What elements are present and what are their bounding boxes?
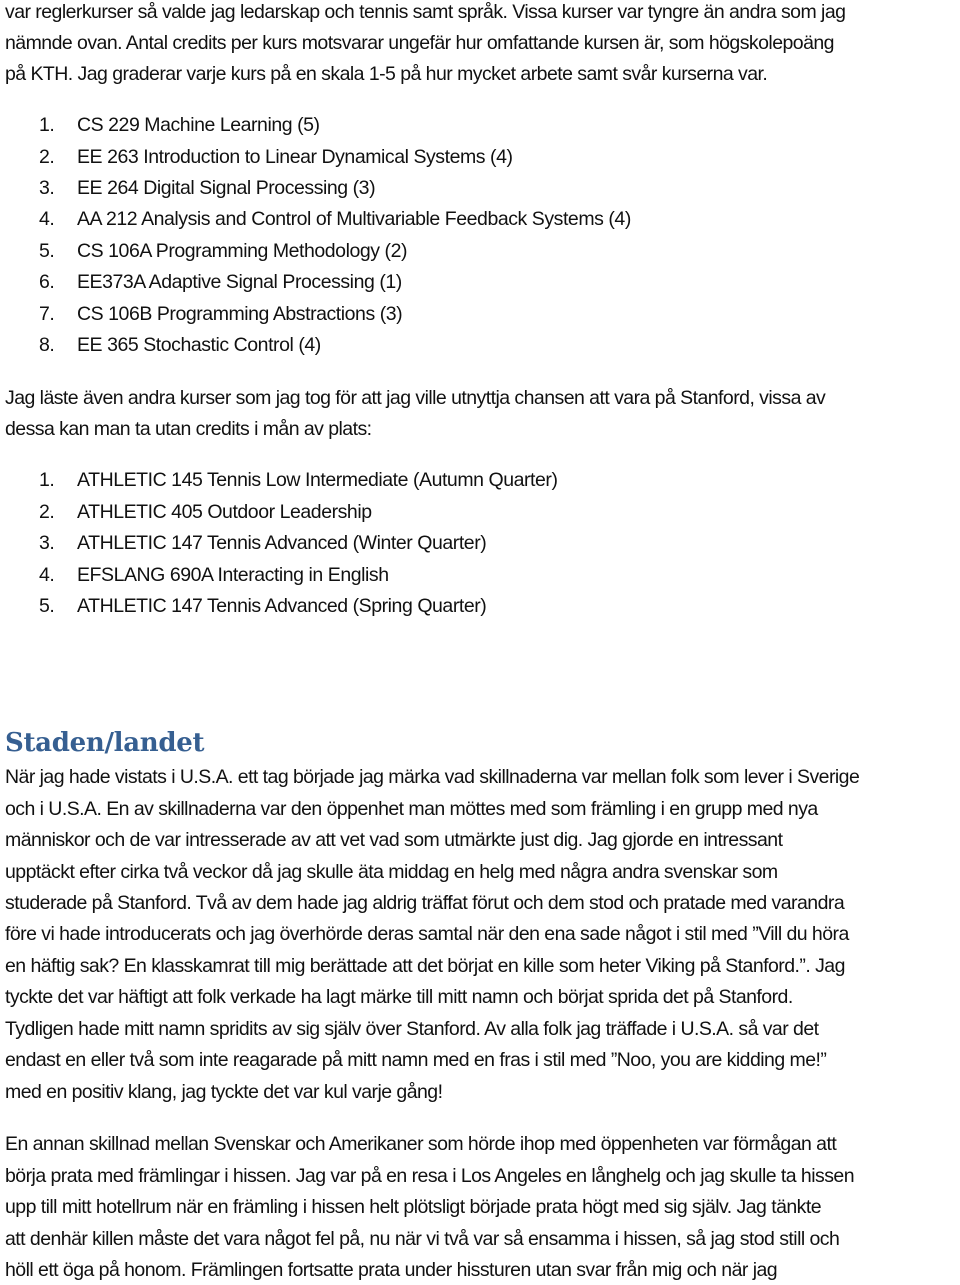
text-line: upp till mitt hotellrum när en främling … [5, 1196, 822, 1218]
list-number: 1. [39, 114, 55, 136]
text-line: endast en eller två som inte reagarade p… [5, 1049, 827, 1071]
course-name: EE373A Adaptive Signal Processing (1) [77, 271, 402, 293]
course-name: ATHLETIC 405 Outdoor Leadership [77, 501, 372, 523]
course-name: CS 229 Machine Learning (5) [77, 114, 320, 136]
text-line: en häftig sak? En klasskamrat till mig b… [5, 955, 845, 977]
text-line: och i U.S.A. En av skillnaderna var den … [5, 798, 818, 820]
course-name: CS 106B Programming Abstractions (3) [77, 303, 403, 325]
list-item: 3. ATHLETIC 147 Tennis Advanced (Winter Q… [39, 531, 487, 555]
course-name: EFSLANG 690A Interacting in English [77, 564, 389, 586]
list-item: 2. EE 263 Introduction to Linear Dynamica… [39, 145, 513, 169]
list-item: 5. CS 106A Programming Methodology (2) [39, 239, 407, 263]
text-line: på KTH. Jag graderar varje kurs på en sk… [5, 63, 768, 85]
list-number: 4. [39, 564, 55, 586]
course-name: CS 106A Programming Methodology (2) [77, 240, 408, 262]
list-number: 4. [39, 208, 55, 230]
text-line: höll ett öga på honom. Främlingen fortsa… [5, 1259, 778, 1281]
text-line: upptäckt efter cirka två veckor då jag s… [5, 861, 778, 883]
text-line: börja prata med främlingar i hissen. Jag… [5, 1165, 855, 1187]
list-item: 2. ATHLETIC 405 Outdoor Leadership [39, 500, 372, 524]
list-item: 3. EE 264 Digital Signal Processing (3) [39, 176, 376, 200]
list-number: 6. [39, 271, 55, 293]
list-item: 8. EE 365 Stochastic Control (4) [39, 333, 321, 357]
course-name: EE 263 Introduction to Linear Dynamical … [77, 146, 513, 168]
text-line: En annan skillnad mellan Svenskar och Am… [5, 1133, 837, 1155]
text-line: När jag hade vistats i U.S.A. ett tag bö… [5, 766, 860, 788]
text-line: dessa kan man ta utan credits i mån av p… [5, 418, 372, 440]
document-page: var reglerkurser så valde jag ledarskap … [0, 0, 960, 1285]
list-number: 3. [39, 177, 55, 199]
course-name: EE 365 Stochastic Control (4) [77, 334, 321, 356]
list-item: 1. CS 229 Machine Learning (5) [39, 113, 320, 137]
course-name: ATHLETIC 147 Tennis Advanced (Spring Qua… [77, 595, 487, 617]
list-item: 5. ATHLETIC 147 Tennis Advanced (Spring Q… [39, 594, 487, 618]
course-name: AA 212 Analysis and Control of Multivari… [77, 208, 631, 230]
section-heading: Staden/landet [5, 728, 205, 758]
list-number: 2. [39, 146, 55, 168]
text-line: var reglerkurser så valde jag ledarskap … [5, 1, 846, 23]
list-number: 5. [39, 240, 55, 262]
list-number: 8. [39, 334, 55, 356]
text-line: Jag läste även andra kurser som jag tog … [5, 387, 826, 409]
text-line: tyckte det var häftigt att folk verkade … [5, 986, 793, 1008]
list-number: 3. [39, 532, 55, 554]
list-item: 6. EE373A Adaptive Signal Processing (1) [39, 270, 402, 294]
text-line: med en positiv klang, jag tyckte det var… [5, 1081, 443, 1103]
text-line: studerade på Stanford. Två av dem hade j… [5, 892, 845, 914]
text-line: att denhär killen måste det vara något f… [5, 1228, 840, 1250]
list-item: 1. ATHLETIC 145 Tennis Low Intermediate (… [39, 468, 558, 492]
list-item: 7. CS 106B Programming Abstractions (3) [39, 302, 403, 326]
course-name: EE 264 Digital Signal Processing (3) [77, 177, 376, 199]
text-line: nämnde ovan. Antal credits per kurs mots… [5, 32, 835, 54]
list-number: 2. [39, 501, 55, 523]
course-name: ATHLETIC 147 Tennis Advanced (Winter Qua… [77, 532, 487, 554]
list-number: 7. [39, 303, 55, 325]
list-item: 4. EFSLANG 690A Interacting in English [39, 563, 389, 587]
list-number: 1. [39, 469, 55, 491]
list-number: 5. [39, 595, 55, 617]
course-name: ATHLETIC 145 Tennis Low Intermediate (Au… [77, 469, 558, 491]
text-line: före vi hade introducerats och jag överh… [5, 923, 849, 945]
text-line: Tydligen hade mitt namn spridits av sig … [5, 1018, 819, 1040]
text-line: människor och de var intresserade av att… [5, 829, 783, 851]
list-item: 4. AA 212 Analysis and Control of Multiva… [39, 207, 631, 231]
